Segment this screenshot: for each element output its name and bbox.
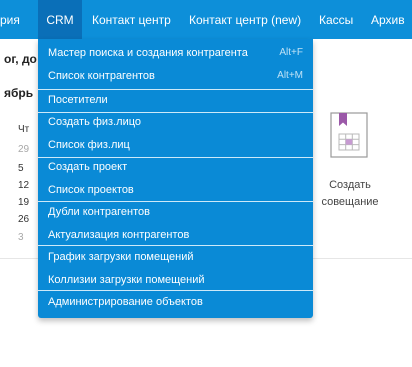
- menu-item-room-schedule[interactable]: График загрузки помещений: [38, 246, 313, 268]
- nav-item-archive[interactable]: Архив: [371, 0, 405, 39]
- page-heading: ог, до: [4, 52, 37, 66]
- meeting-calendar-icon[interactable]: [330, 112, 368, 158]
- menu-item-label: Список контрагентов: [48, 70, 155, 82]
- nav-item-cash-desks[interactable]: Кассы: [319, 0, 353, 39]
- menu-item-label: Мастер поиска и создания контрагента: [48, 47, 248, 59]
- menu-item-create-person[interactable]: Создать физ.лицо: [38, 111, 313, 133]
- calendar-day[interactable]: 29: [18, 144, 29, 155]
- menu-item-project-list[interactable]: Список проектов: [38, 179, 313, 201]
- create-meeting-label[interactable]: совещание: [310, 196, 390, 208]
- menu-item-counterparty-update[interactable]: Актуализация контрагентов: [38, 224, 313, 246]
- nav-item-partial[interactable]: рия: [0, 0, 20, 39]
- crm-dropdown-menu: Мастер поиска и создания контрагента Alt…: [38, 39, 313, 318]
- menu-item-search-wizard[interactable]: Мастер поиска и создания контрагента Alt…: [38, 42, 313, 64]
- calendar-day[interactable]: 12: [18, 180, 29, 191]
- menu-item-create-project[interactable]: Создать проект: [38, 156, 313, 178]
- menu-item-person-list[interactable]: Список физ.лиц: [38, 134, 313, 156]
- calendar-day[interactable]: 19: [18, 197, 29, 208]
- nav-item-contact-center-new[interactable]: Контакт центр (new): [189, 0, 301, 39]
- calendar-weekday: Чт: [18, 124, 30, 135]
- top-navigation: рия CRM Контакт центр Контакт центр (new…: [0, 0, 412, 39]
- menu-item-counterparty-list[interactable]: Список контрагентов Alt+M: [38, 65, 313, 87]
- create-meeting-label[interactable]: Создать: [310, 179, 390, 191]
- menu-item-counterparty-duplicates[interactable]: Дубли контрагентов: [38, 201, 313, 223]
- nav-item-contact-center[interactable]: Контакт центр: [92, 0, 171, 39]
- menu-item-shortcut: Alt+F: [279, 47, 303, 58]
- nav-item-crm[interactable]: CRM: [38, 0, 82, 39]
- calendar-day[interactable]: 3: [18, 232, 24, 243]
- calendar-day[interactable]: 5: [18, 163, 24, 174]
- menu-item-shortcut: Alt+M: [277, 70, 303, 81]
- calendar-day[interactable]: 26: [18, 214, 29, 225]
- calendar-month: ябрь: [4, 86, 34, 100]
- menu-item-object-admin[interactable]: Администрирование объектов: [38, 291, 313, 313]
- menu-item-room-collisions[interactable]: Коллизии загрузки помещений: [38, 269, 313, 291]
- menu-item-visitors[interactable]: Посетители: [38, 89, 313, 111]
